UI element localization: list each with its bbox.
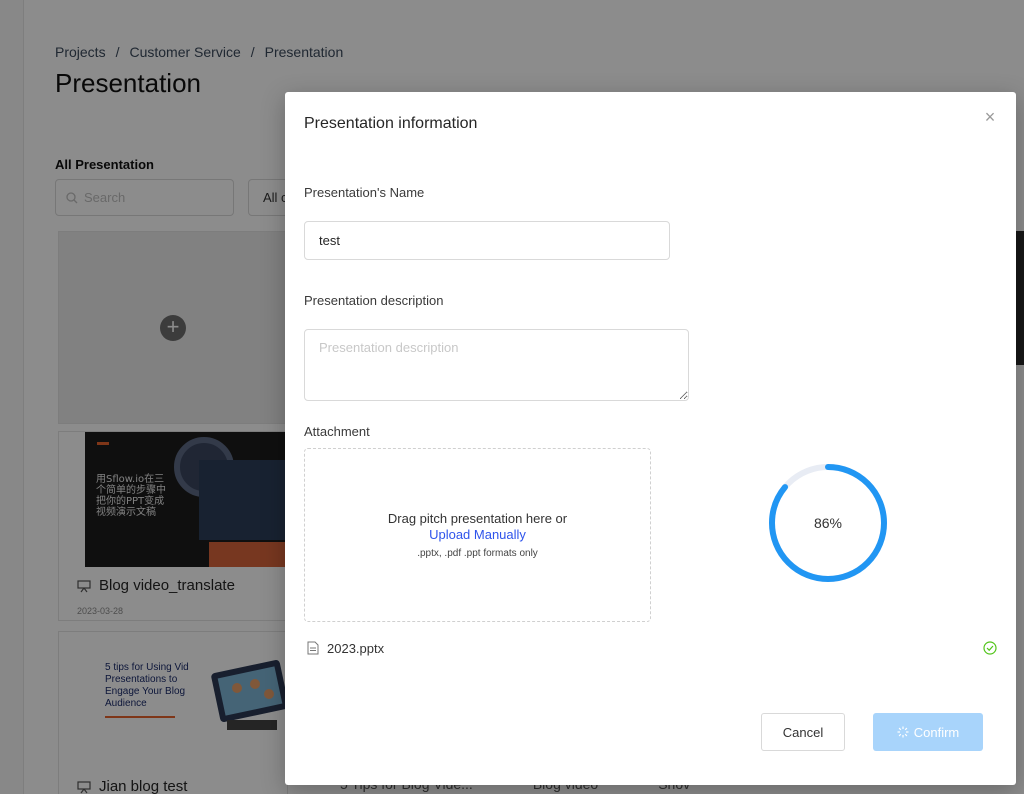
- cancel-button[interactable]: Cancel: [761, 713, 845, 751]
- name-label: Presentation's Name: [304, 185, 425, 200]
- close-icon[interactable]: ×: [982, 108, 998, 126]
- upload-dropzone[interactable]: Drag pitch presentation here or Upload M…: [304, 448, 651, 622]
- description-label: Presentation description: [304, 293, 444, 308]
- confirm-label: Confirm: [913, 724, 960, 740]
- name-input[interactable]: [304, 221, 670, 260]
- description-textarea[interactable]: [304, 329, 689, 401]
- presentation-info-modal: Presentation information × Presentation'…: [285, 92, 1016, 785]
- file-name: 2023.pptx: [327, 640, 385, 656]
- uploaded-file-row: 2023.pptx: [307, 639, 997, 657]
- modal-title: Presentation information: [304, 115, 478, 132]
- loading-icon: [897, 726, 909, 738]
- confirm-button[interactable]: Confirm: [873, 713, 983, 751]
- check-circle-icon: [983, 641, 997, 655]
- dropzone-formats: .pptx, .pdf .ppt formats only: [417, 548, 538, 559]
- attachment-label: Attachment: [304, 424, 370, 439]
- progress-percent: 86%: [813, 515, 843, 531]
- file-icon: [307, 641, 319, 655]
- dropzone-text: Drag pitch presentation here or: [387, 511, 568, 526]
- upload-manually-link[interactable]: Upload Manually: [429, 527, 526, 543]
- upload-progress-circle: 86%: [767, 462, 889, 584]
